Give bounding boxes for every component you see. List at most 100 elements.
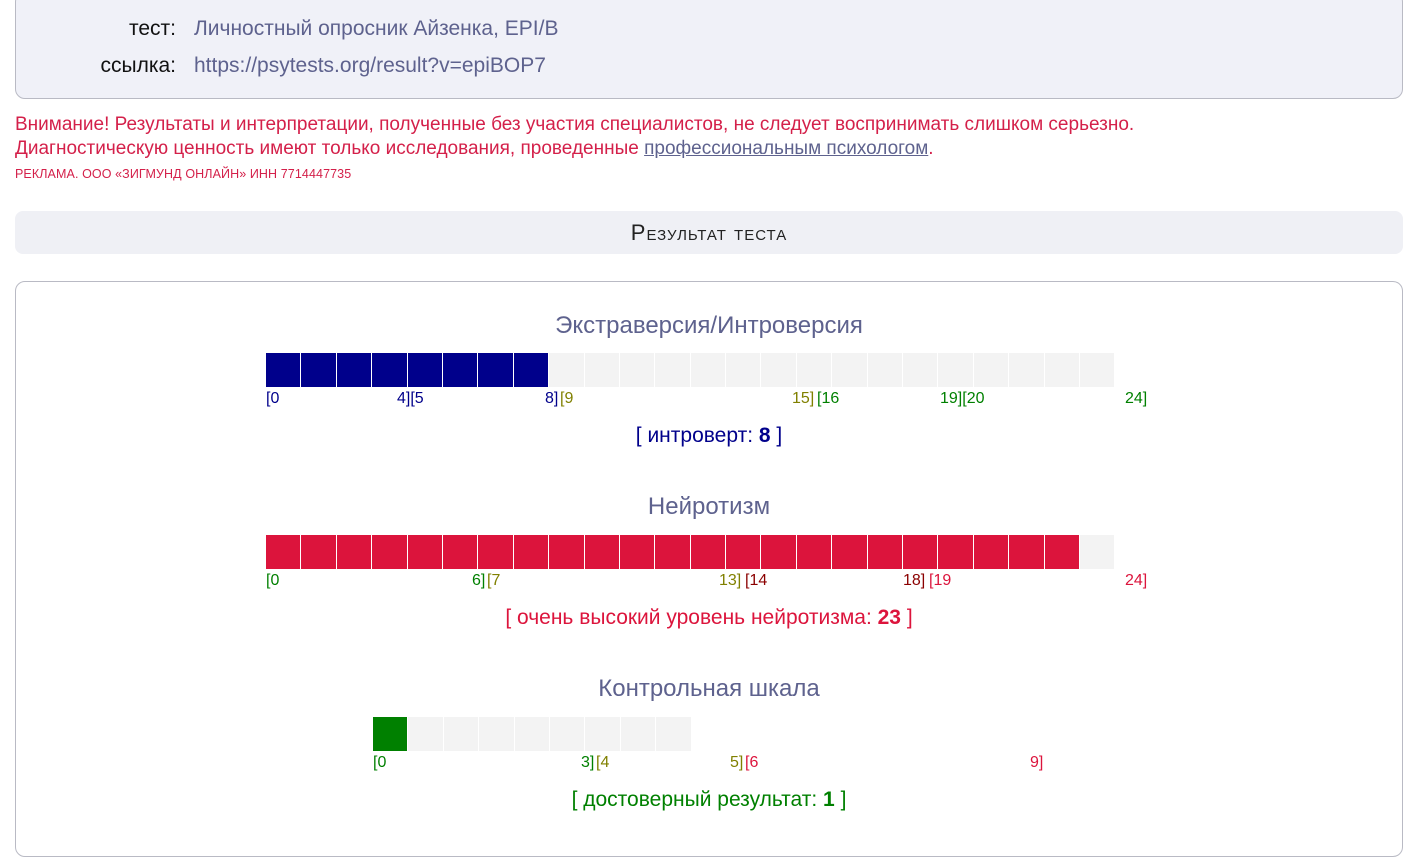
scale-tick-label: 18] bbox=[903, 572, 926, 589]
bar-segment-filled bbox=[619, 535, 656, 569]
bar-segment-filled bbox=[549, 535, 585, 569]
bar-segment-filled bbox=[478, 353, 514, 387]
scale-title-extraversion: Экстраверсия/Интроверсия bbox=[555, 312, 863, 339]
warning-line-1: Внимание! Результаты и интерпретации, по… bbox=[15, 114, 1135, 135]
bar-segment-filled bbox=[690, 535, 727, 569]
scale-bar-extraversion bbox=[266, 353, 1116, 387]
scale-tick-label: 13] bbox=[719, 572, 742, 589]
scale-tick-label: 24] bbox=[1125, 572, 1148, 589]
scale-verdict-extraversion: [ интроверт: 8 ] bbox=[0, 424, 1418, 448]
bar-segment-filled bbox=[372, 535, 408, 569]
verdict-value: 8 bbox=[758, 424, 771, 447]
bar-segment-filled bbox=[903, 535, 939, 569]
scale-tick-label: 24] bbox=[1125, 390, 1148, 407]
verdict-close: ] bbox=[770, 424, 783, 447]
bar-segment-empty bbox=[690, 353, 727, 387]
verdict-text: [ интроверт: bbox=[635, 424, 759, 447]
bar-segment-filled bbox=[301, 353, 337, 387]
bar-segment-empty bbox=[620, 717, 657, 751]
scale-tick-label: [14 bbox=[745, 572, 768, 589]
bar-segment-filled bbox=[1009, 535, 1045, 569]
scale-bar-neuroticism bbox=[266, 535, 1116, 569]
scale-tick-label: [6 bbox=[745, 754, 759, 771]
bar-segment-filled bbox=[442, 353, 479, 387]
bar-segment-filled bbox=[301, 535, 337, 569]
scale-verdict-neuroticism: [ очень высокий уровень нейротизма: 23 ] bbox=[0, 606, 1418, 630]
verdict-value: 1 bbox=[823, 788, 835, 811]
bar-segment-empty bbox=[796, 353, 833, 387]
scale-tick-label: 19][20 bbox=[940, 390, 985, 407]
professional-psychologist-link[interactable]: профессиональным психологом bbox=[644, 138, 928, 159]
test-name: Личностный опросник Айзенка, EPI/B bbox=[194, 17, 559, 40]
bar-segment-empty bbox=[761, 353, 797, 387]
result-link[interactable]: https://psytests.org/result?v=epiBOP7 bbox=[194, 54, 546, 78]
advertising-notice: РЕКЛАМА. ООО «ЗИГМУНД ОНЛАЙН» ИНН 771444… bbox=[15, 167, 352, 181]
bar-segment-filled bbox=[938, 535, 974, 569]
bar-segment-empty bbox=[584, 353, 620, 387]
scale-ticks-neuroticism: [0 6] [7 13] [14 18] [19 24] bbox=[0, 572, 1418, 592]
scale-tick-label: [0 bbox=[266, 390, 280, 407]
bar-segment-filled bbox=[761, 535, 797, 569]
scale-tick-label: [16 bbox=[817, 390, 840, 407]
bar-segment-empty bbox=[443, 717, 480, 751]
verdict-value: 23 bbox=[877, 606, 901, 629]
bar-segment-filled bbox=[796, 535, 833, 569]
bar-segment-filled bbox=[867, 535, 904, 569]
bar-segment-filled bbox=[442, 535, 479, 569]
scale-tick-label: [0 bbox=[266, 572, 280, 589]
bar-segment-filled bbox=[513, 353, 550, 387]
result-header: Результат теста bbox=[15, 211, 1403, 254]
warning-line-2-prefix: Диагностическую ценность имеют только ис… bbox=[15, 138, 645, 159]
bar-segment-filled bbox=[266, 535, 302, 569]
bar-segment-filled bbox=[266, 353, 302, 387]
bar-segment-empty bbox=[549, 717, 586, 751]
bar-segment-filled bbox=[336, 535, 373, 569]
scale-tick-label: 6] bbox=[472, 572, 486, 589]
bar-segment-filled bbox=[726, 535, 762, 569]
scale-tick-label: [19 bbox=[929, 572, 952, 589]
scale-tick-label: 15] bbox=[792, 390, 815, 407]
bar-segment-empty bbox=[1079, 535, 1116, 569]
bar-segment-filled bbox=[407, 535, 443, 569]
scale-tick-label: [4 bbox=[596, 754, 610, 771]
bar-segment-filled bbox=[584, 535, 620, 569]
bar-segment-filled bbox=[372, 353, 408, 387]
bar-segment-filled bbox=[973, 535, 1010, 569]
warning-line-2: Диагностическую ценность имеют только ис… bbox=[15, 137, 1405, 161]
verdict-text: [ достоверный результат: bbox=[571, 788, 824, 811]
test-label: тест: bbox=[128, 17, 176, 40]
bar-segment-empty bbox=[938, 353, 974, 387]
bar-segment-filled bbox=[478, 535, 514, 569]
scale-tick-label: 9] bbox=[1030, 754, 1044, 771]
scale-title-neuroticism: Нейротизм bbox=[647, 493, 771, 520]
scale-tick-label: [9 bbox=[560, 390, 574, 407]
bar-segment-empty bbox=[655, 353, 691, 387]
bar-segment-empty bbox=[1009, 353, 1045, 387]
bar-segment-filled bbox=[513, 535, 550, 569]
verdict-text: [ очень высокий уровень нейротизма: bbox=[505, 606, 878, 629]
test-info-box: тест: Личностный опросник Айзенка, EPI/B… bbox=[15, 0, 1403, 99]
scale-tick-label: 4][5 bbox=[397, 390, 424, 407]
bar-segment-filled bbox=[373, 717, 409, 751]
scale-ticks-control: [0 3] [4 5] [6 9] bbox=[0, 754, 1418, 774]
bar-segment-empty bbox=[514, 717, 550, 751]
scale-tick-label: [7 bbox=[487, 572, 501, 589]
link-row: ссылка: https://psytests.org/result?v=ep… bbox=[16, 54, 1404, 80]
warning-line-2-suffix: . bbox=[928, 138, 934, 159]
bar-segment-empty bbox=[1079, 353, 1116, 387]
verdict-close: ] bbox=[834, 788, 847, 811]
bar-segment-empty bbox=[479, 717, 515, 751]
scale-tick-label: 5] bbox=[730, 754, 744, 771]
disclaimer-warning: Внимание! Результаты и интерпретации, по… bbox=[15, 113, 1405, 161]
bar-segment-filled bbox=[832, 535, 868, 569]
bar-segment-empty bbox=[903, 353, 939, 387]
bar-segment-empty bbox=[549, 353, 585, 387]
scale-tick-label: 8] bbox=[545, 390, 559, 407]
link-label: ссылка: bbox=[100, 54, 176, 77]
bar-segment-empty bbox=[408, 717, 444, 751]
scale-ticks-extraversion: [0 4][5 8] [9 15] [16 19][20 24] bbox=[0, 390, 1418, 410]
verdict-close: ] bbox=[900, 606, 913, 629]
bar-segment-empty bbox=[1044, 353, 1080, 387]
bar-segment-empty bbox=[726, 353, 762, 387]
scale-verdict-control: [ достоверный результат: 1 ] bbox=[0, 788, 1418, 812]
